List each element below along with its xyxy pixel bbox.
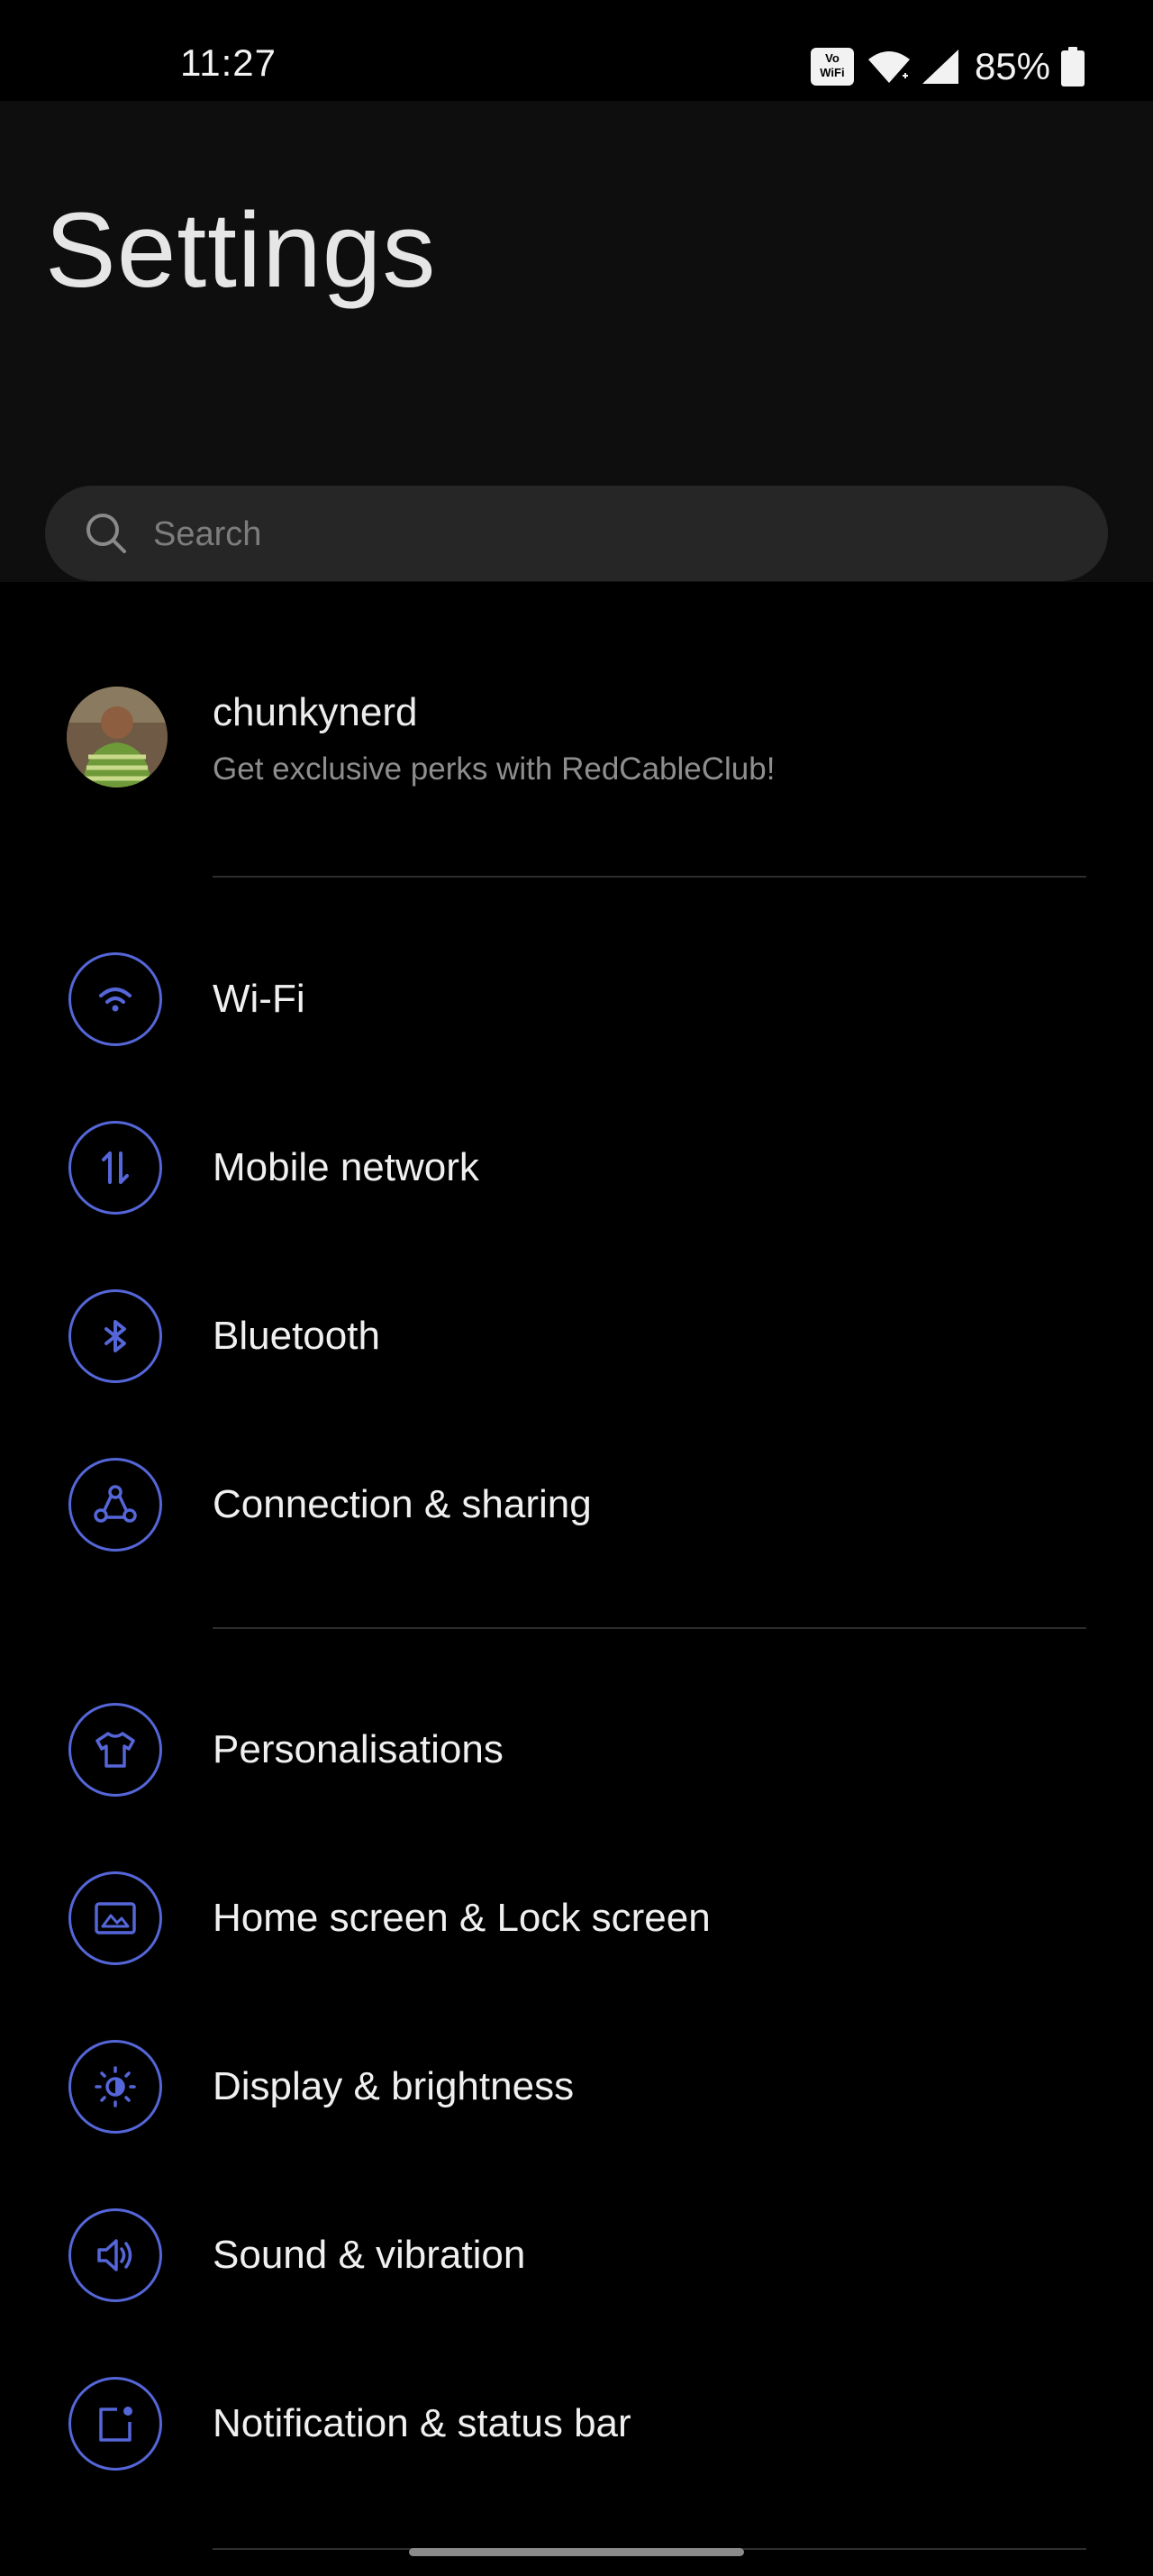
avatar-image <box>67 687 168 787</box>
settings-row-notification-status-bar[interactable]: Notification & status bar <box>0 2342 1153 2509</box>
connection-sharing-icon <box>68 1458 162 1552</box>
cell-signal-icon <box>921 50 958 84</box>
settings-row-personalisations[interactable]: Personalisations <box>0 1668 1153 1835</box>
bluetooth-icon <box>68 1289 162 1383</box>
row-label: Mobile network <box>213 1145 479 1189</box>
row-label: Notification & status bar <box>213 2401 631 2445</box>
status-bar: 11:27 Vo WiFi 85% <box>0 0 1153 101</box>
vowifi-line1: Vo <box>825 51 840 65</box>
profile-name: chunkynerd <box>213 690 418 734</box>
settings-row-display-brightness[interactable]: Display & brightness <box>0 2005 1153 2172</box>
tshirt-icon <box>68 1703 162 1797</box>
settings-row-home-lock-screen[interactable]: Home screen & Lock screen <box>0 1836 1153 2004</box>
battery-percent: 85% <box>974 45 1050 87</box>
row-label: Personalisations <box>213 1727 504 1771</box>
notification-icon <box>68 2377 162 2471</box>
row-label: Home screen & Lock screen <box>213 1896 711 1940</box>
wifi-icon <box>68 952 162 1046</box>
mobile-data-icon <box>68 1121 162 1215</box>
vowifi-line2: WiFi <box>820 66 845 79</box>
row-label: Display & brightness <box>213 2064 575 2108</box>
row-label: Sound & vibration <box>213 2233 526 2277</box>
settings-row-sound-vibration[interactable]: Sound & vibration <box>0 2173 1153 2341</box>
status-time: 11:27 <box>180 41 277 84</box>
search-icon <box>86 514 126 553</box>
brightness-icon <box>68 2040 162 2134</box>
search-input[interactable] <box>151 486 1056 583</box>
search-bar[interactable] <box>45 486 1108 583</box>
row-label: Wi-Fi <box>213 977 305 1021</box>
home-indicator[interactable] <box>409 2548 744 2556</box>
speaker-icon <box>68 2208 162 2302</box>
avatar <box>67 687 168 787</box>
row-label: Connection & sharing <box>213 1482 592 1526</box>
battery-icon <box>1061 47 1085 86</box>
settings-row-connection-sharing[interactable]: Connection & sharing <box>0 1423 1153 1590</box>
divider <box>213 1627 1086 1629</box>
divider <box>213 876 1086 878</box>
row-label: Bluetooth <box>213 1314 380 1358</box>
profile-row[interactable]: chunkynerd Get exclusive perks with RedC… <box>0 649 1153 829</box>
settings-row-wifi[interactable]: Wi-Fi <box>0 917 1153 1085</box>
status-icons: Vo WiFi 85% <box>810 41 1085 92</box>
settings-row-mobile-network[interactable]: Mobile network <box>0 1086 1153 1253</box>
settings-screen: 11:27 Vo WiFi 85% Settings Search chunky… <box>0 0 1153 2576</box>
profile-subtitle: Get exclusive perks with RedCableClub! <box>213 751 776 787</box>
image-icon <box>68 1871 162 1965</box>
settings-row-bluetooth[interactable]: Bluetooth <box>0 1254 1153 1422</box>
vowifi-icon: Vo WiFi <box>810 48 854 86</box>
wifi-signal-icon <box>867 51 910 83</box>
page-title: Settings <box>45 191 437 310</box>
